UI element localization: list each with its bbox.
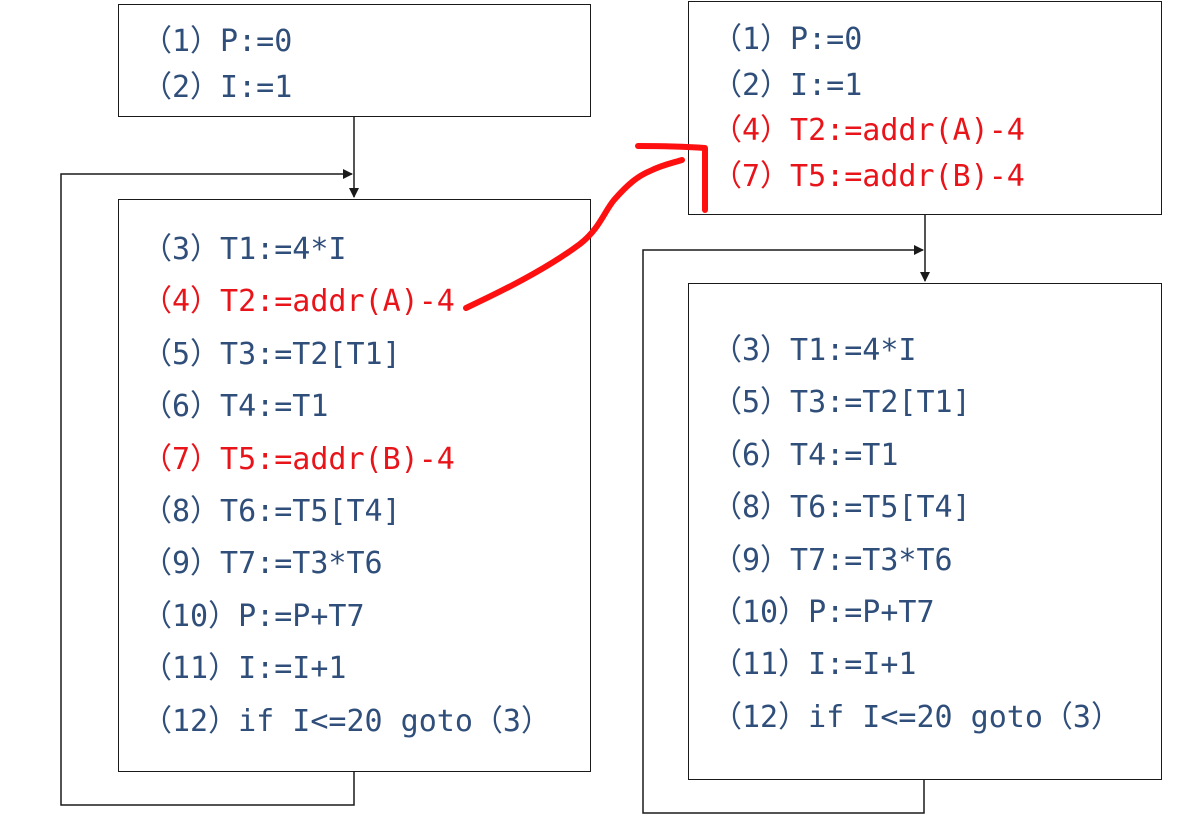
left-init-line: （1）P:=0 [142, 24, 293, 59]
right-loop-line: （5）T3:=T2[T1] [712, 385, 971, 421]
left-loop-line: （12）if I<=20 goto（3） [142, 703, 551, 739]
left-loop-line: （3）T1:=4*I [142, 232, 347, 267]
right-init-line: （2）I:=1 [712, 67, 863, 103]
left-loop-line: （8）T6:=T5[T4] [142, 494, 401, 529]
code-motion-annotation [463, 143, 708, 311]
left-loop-line: （11）I:=I+1 [142, 651, 347, 687]
right-init-line: （7）T5:=addr(B)-4 [712, 158, 1025, 194]
left-loop-line: （9）T7:=T3*T6 [142, 546, 383, 582]
left-loop-line: （4）T2:=addr(A)-4 [142, 284, 455, 320]
right-loop-line: （11）I:=I+1 [712, 647, 917, 683]
left-loop-line: （6）T4:=T1 [142, 389, 329, 425]
right-loop-line: （8）T6:=T5[T4] [712, 490, 971, 526]
right-init-line: （1）P:=0 [712, 22, 863, 57]
left-loop-line: （10）P:=P+T7 [142, 598, 365, 634]
right-loop-line: （6）T4:=T1 [712, 437, 899, 473]
right-loop-line: （3）T1:=4*I [712, 333, 917, 368]
left-init-line: （2）I:=1 [142, 69, 293, 105]
left-loop-line: （5）T3:=T2[T1] [142, 336, 401, 372]
right-loop-line: （9）T7:=T3*T6 [712, 542, 953, 578]
right-loop-line: （12）if I<=20 goto（3） [712, 699, 1121, 735]
right-loop-line: （10）P:=P+T7 [712, 595, 935, 630]
right-init-line: （4）T2:=addr(A)-4 [712, 113, 1025, 148]
left-loop-line: （7）T5:=addr(B)-4 [142, 441, 455, 477]
